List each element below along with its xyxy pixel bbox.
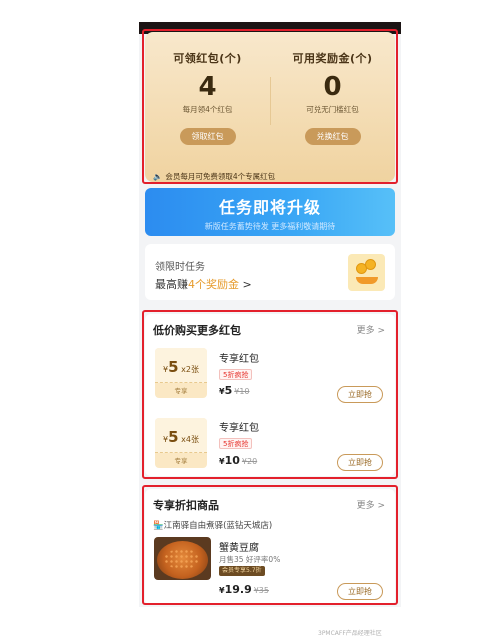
watermark: 3PMCAFF产品经理社区: [318, 630, 382, 637]
banner-title: 任务即将升级: [218, 198, 321, 217]
task-earn-prefix: 最高赚: [155, 278, 188, 291]
coin-icon: [365, 259, 376, 270]
task-earn-arrow: >: [239, 278, 252, 291]
highlight-frame: [142, 310, 398, 479]
task-earn-highlight: 4个奖励金: [188, 278, 239, 291]
banner-subtitle: 新版任务蓄势待发 更多福利敬请期待: [204, 222, 336, 231]
upgrade-banner[interactable]: 任务即将升级 新版任务蓄势待发 更多福利敬请期待: [145, 188, 395, 236]
highlight-frame: [142, 29, 398, 184]
coins-in-hand-icon: [348, 254, 385, 291]
task-label: 领限时任务: [155, 262, 205, 273]
highlight-frame: [142, 485, 398, 605]
phone-screen: 可领红包(个) 4 每月领4个红包 领取红包 可用奖励金(个) 0 可兑无门槛红…: [139, 22, 401, 607]
task-earn: 最高赚4个奖励金 >: [155, 276, 252, 292]
hand-icon: [356, 277, 378, 284]
limited-task-card[interactable]: 领限时任务 最高赚4个奖励金 >: [145, 244, 395, 300]
